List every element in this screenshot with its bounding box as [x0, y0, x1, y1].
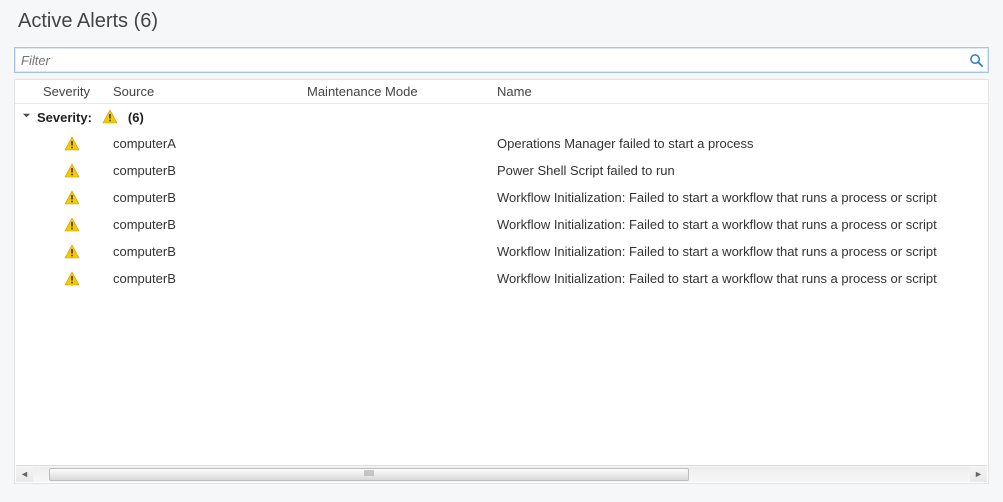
active-alerts-panel: Active Alerts (6) Severity Source Mainte…	[0, 0, 1003, 502]
group-expander[interactable]	[15, 111, 37, 123]
page-title-count: (6)	[134, 10, 158, 32]
group-count: (6)	[128, 110, 144, 125]
table-row[interactable]: computerB Workflow Initialization: Failed…	[15, 184, 988, 211]
source-cell: computerB	[107, 244, 301, 259]
severity-cell	[37, 217, 107, 233]
source-cell: computerB	[107, 163, 301, 178]
severity-cell	[37, 244, 107, 260]
severity-cell	[37, 190, 107, 206]
table-row[interactable]: computerB Power Shell Script failed to ru…	[15, 157, 988, 184]
alerts-grid: Severity Source Maintenance Mode Name Se…	[14, 79, 989, 484]
name-cell: Workflow Initialization: Failed to start…	[491, 217, 988, 232]
scroll-right-arrow[interactable]: ►	[970, 467, 987, 482]
grid-viewport: Severity Source Maintenance Mode Name Se…	[15, 80, 988, 466]
filter-box	[14, 47, 989, 73]
table-row[interactable]: computerB Workflow Initialization: Failed…	[15, 238, 988, 265]
name-cell: Operations Manager failed to start a pro…	[491, 136, 988, 151]
column-header-maintenance-mode[interactable]: Maintenance Mode	[301, 84, 491, 99]
filter-input[interactable]	[15, 49, 964, 71]
search-icon	[969, 53, 984, 68]
source-cell: computerA	[107, 136, 301, 151]
rows-container: computerA Operations Manager failed to st…	[15, 130, 988, 292]
warning-icon	[64, 244, 80, 260]
warning-icon	[64, 163, 80, 179]
page-title: Active Alerts (6)	[18, 10, 989, 33]
column-header-severity[interactable]: Severity	[37, 84, 107, 99]
table-row[interactable]: computerB Workflow Initialization: Failed…	[15, 211, 988, 238]
warning-icon	[64, 136, 80, 152]
column-header-source[interactable]: Source	[107, 84, 301, 99]
column-header-name[interactable]: Name	[491, 84, 988, 99]
name-cell: Power Shell Script failed to run	[491, 163, 988, 178]
grid-header-row: Severity Source Maintenance Mode Name	[15, 80, 988, 104]
warning-icon	[64, 190, 80, 206]
warning-icon	[64, 271, 80, 287]
group-row-severity-warning[interactable]: Severity: (6)	[15, 104, 988, 130]
severity-cell	[37, 163, 107, 179]
severity-cell	[37, 271, 107, 287]
scroll-thumb[interactable]	[49, 468, 689, 481]
group-label: Severity:	[37, 110, 92, 125]
scroll-left-arrow[interactable]: ◄	[16, 467, 33, 482]
page-title-text: Active Alerts	[18, 10, 128, 32]
warning-icon	[102, 109, 118, 125]
table-row[interactable]: computerA Operations Manager failed to st…	[15, 130, 988, 157]
scroll-track[interactable]	[33, 467, 970, 482]
name-cell: Workflow Initialization: Failed to start…	[491, 190, 988, 205]
horizontal-scrollbar[interactable]: ◄ ►	[16, 465, 987, 482]
table-row[interactable]: computerB Workflow Initialization: Failed…	[15, 265, 988, 292]
name-cell: Workflow Initialization: Failed to start…	[491, 271, 988, 286]
source-cell: computerB	[107, 217, 301, 232]
chevron-down-icon	[22, 111, 31, 120]
search-button[interactable]	[964, 49, 988, 71]
name-cell: Workflow Initialization: Failed to start…	[491, 244, 988, 259]
source-cell: computerB	[107, 271, 301, 286]
source-cell: computerB	[107, 190, 301, 205]
warning-icon	[64, 217, 80, 233]
severity-cell	[37, 136, 107, 152]
